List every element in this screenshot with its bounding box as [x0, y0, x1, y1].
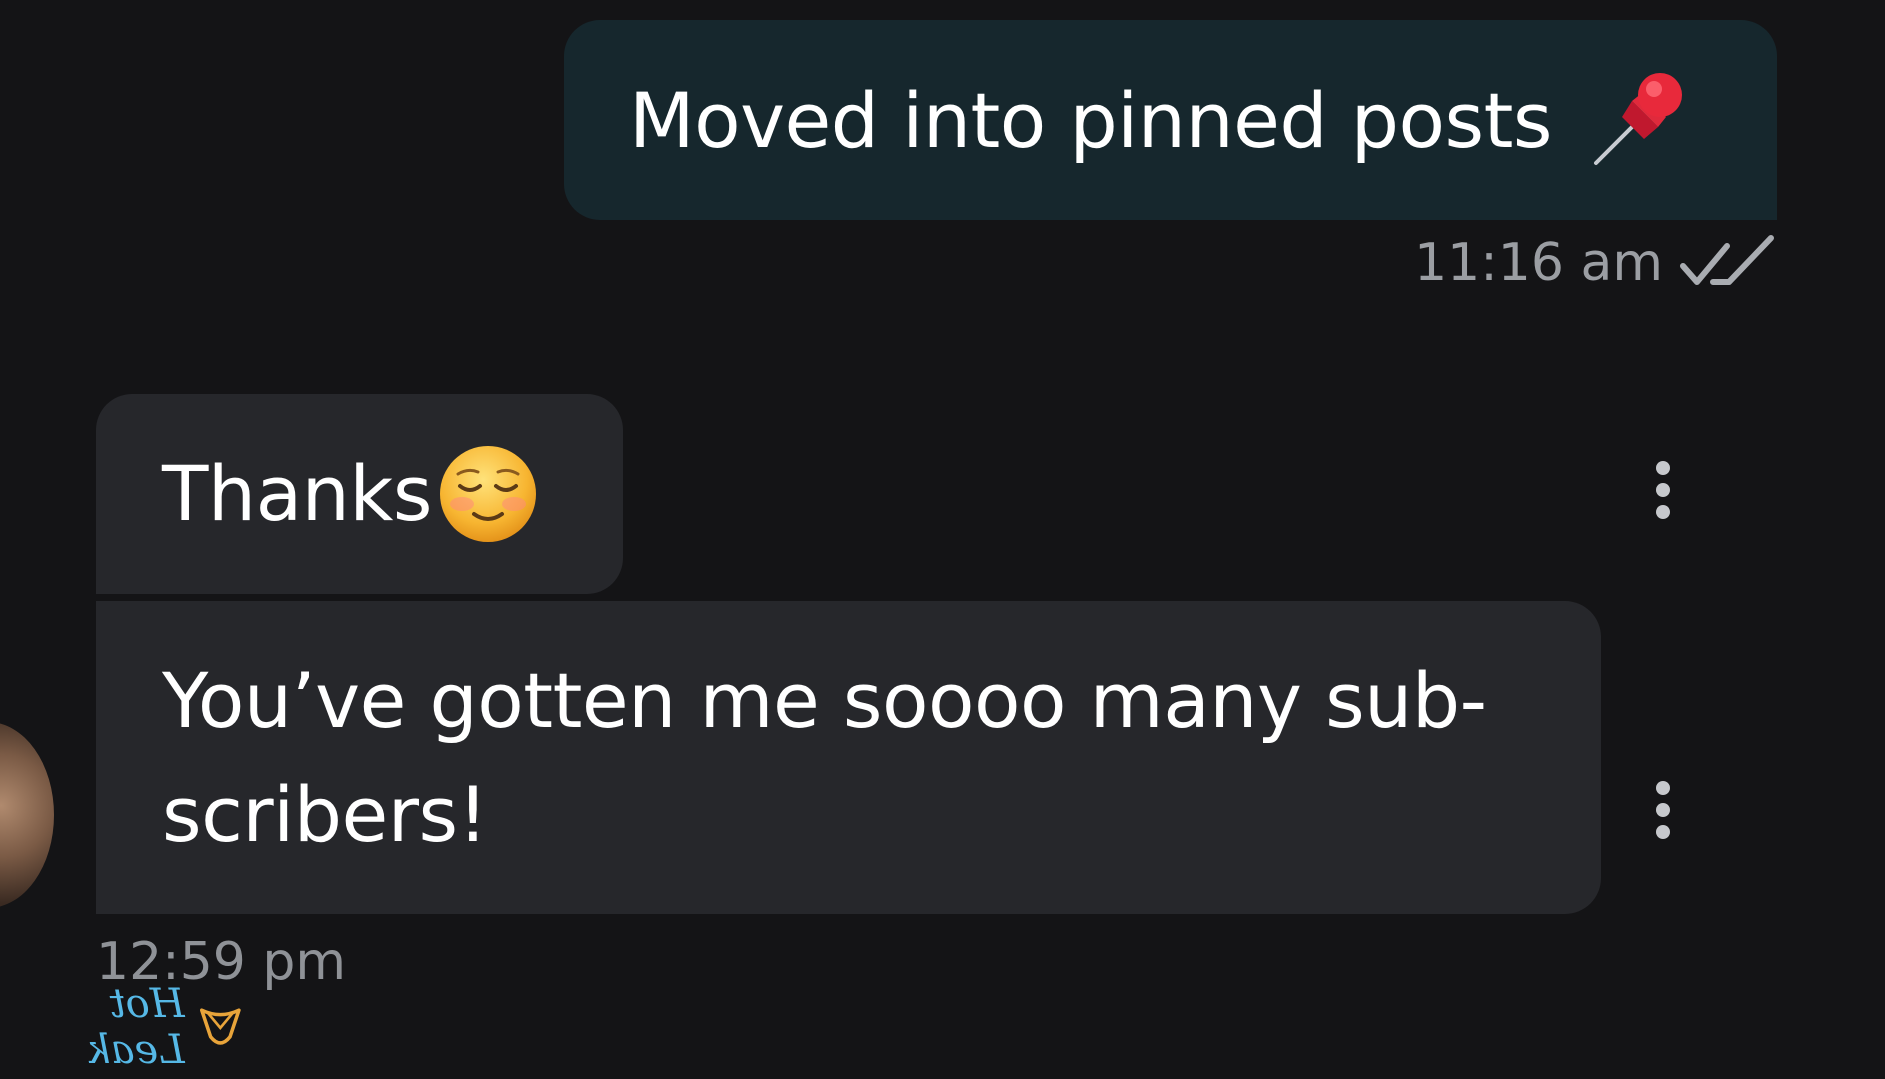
- message-options-icon[interactable]: [1643, 760, 1683, 860]
- outgoing-timestamp: 11:16 am: [1414, 233, 1663, 293]
- watermark-logo-icon: [199, 1008, 241, 1045]
- pushpin-icon: [1594, 73, 1683, 165]
- smiling-face-icon: [439, 446, 536, 542]
- outgoing-message-text: Moved into pinned posts: [629, 75, 1553, 165]
- double-check-icon: [1680, 235, 1774, 285]
- watermark-text: Hot Leak: [86, 981, 185, 1073]
- outgoing-message-meta: 11:16 am: [1414, 232, 1777, 294]
- watermark: Hot Leak: [20, 981, 246, 1073]
- incoming-message-bubble[interactable]: Thanks: [96, 394, 623, 594]
- incoming-message-text: Thanks: [162, 449, 432, 538]
- outgoing-message-bubble[interactable]: Moved into pinned posts: [564, 20, 1777, 220]
- incoming-message-bubble[interactable]: You’ve gotten me soooo many sub- scriber…: [96, 601, 1601, 914]
- incoming-message-text: You’ve gotten me soooo many sub- scriber…: [162, 655, 1487, 859]
- message-options-icon[interactable]: [1643, 440, 1683, 540]
- sender-avatar[interactable]: [0, 722, 54, 908]
